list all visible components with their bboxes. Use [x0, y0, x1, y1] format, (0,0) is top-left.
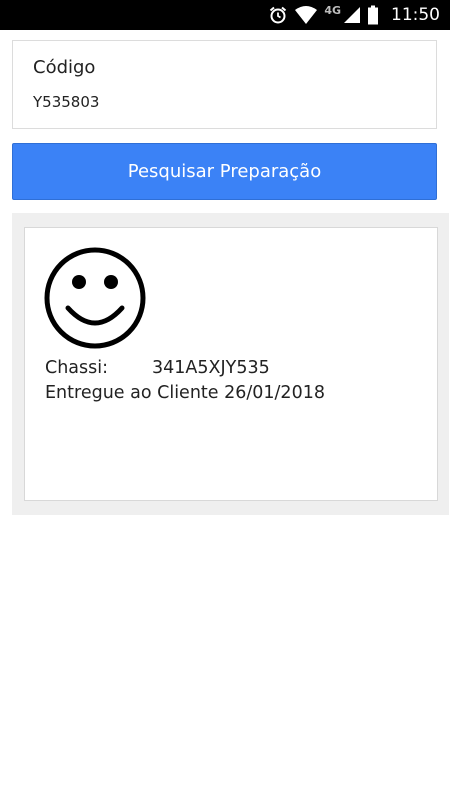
chassi-value: 341A5XJY535 — [152, 358, 270, 378]
wifi-icon — [294, 5, 318, 25]
chassi-label: Chassi: — [45, 358, 109, 378]
delivery-status: Entregue ao Cliente 26/01/2018 — [45, 383, 325, 403]
search-preparation-button[interactable]: Pesquisar Preparação — [12, 143, 437, 200]
code-field-value[interactable]: Y535803 — [33, 93, 99, 111]
status-clock: 11:50 — [391, 5, 440, 25]
network-type-label: 4G — [324, 3, 341, 17]
chassi-line: Chassi: 341A5XJY535 — [45, 358, 270, 378]
alarm-icon — [268, 5, 288, 25]
code-field-label: Código — [33, 57, 96, 78]
result-panel: Chassi: 341A5XJY535 Entregue ao Cliente 2… — [12, 213, 449, 515]
smiley-face-icon — [44, 247, 146, 349]
result-card: Chassi: 341A5XJY535 Entregue ao Cliente 2… — [24, 227, 438, 501]
code-input-card[interactable]: Código Y535803 — [12, 40, 437, 129]
status-icons: 4G 11:50 — [268, 0, 440, 30]
status-bar: 4G 11:50 — [0, 0, 450, 30]
cell-signal-icon — [343, 6, 361, 24]
battery-icon — [367, 5, 379, 25]
